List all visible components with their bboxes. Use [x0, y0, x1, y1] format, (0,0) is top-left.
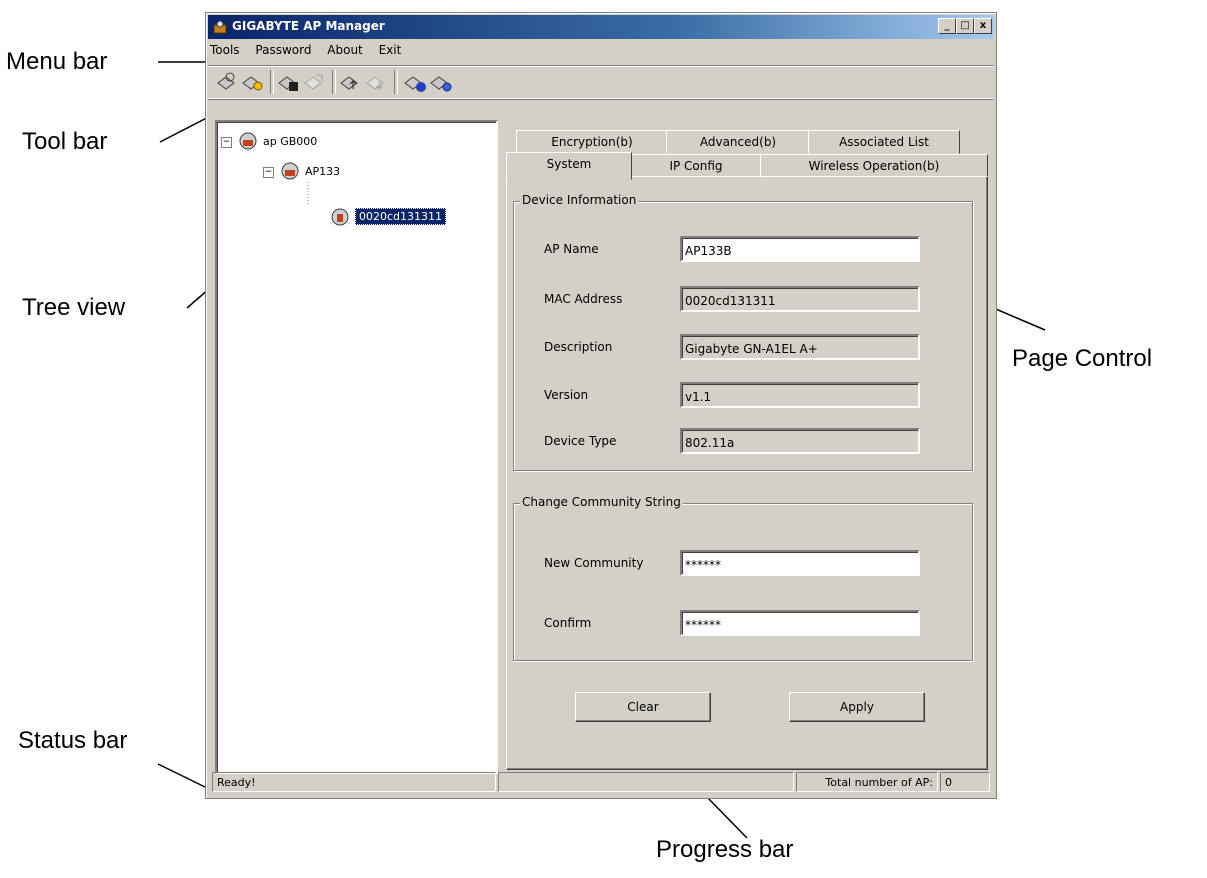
toolbar-separator — [394, 70, 398, 94]
menu-exit[interactable]: Exit — [379, 43, 402, 57]
total-ap-count: 0 — [940, 772, 990, 792]
download-icon[interactable] — [364, 69, 390, 95]
access-point-icon — [331, 208, 349, 226]
progress-bar — [498, 772, 794, 792]
new-community-label: New Community — [544, 556, 644, 570]
system-page: Device Information AP Name AP133B MAC Ad… — [506, 176, 988, 770]
tool-bar — [208, 65, 994, 99]
tree-node-label: AP133 — [305, 165, 341, 178]
tool-bar-annotation: Tool bar — [22, 128, 108, 155]
apply-button[interactable]: Apply — [789, 692, 925, 722]
ap-name-field[interactable]: AP133B — [680, 236, 920, 262]
ap-manager-window: GIGABYTE AP Manager _ □ x Tools Password… — [205, 12, 997, 799]
confirm-field[interactable]: ****** — [680, 610, 920, 636]
maximize-button[interactable]: □ — [956, 18, 974, 34]
tree-view-annotation: Tree view — [22, 294, 126, 321]
community-string-group: Change Community String New Community **… — [513, 495, 973, 661]
page-control: Encryption(b) Advanced(b) Associated Lis… — [506, 130, 990, 770]
collapse-icon[interactable]: − — [263, 167, 274, 178]
minimize-button[interactable]: _ — [938, 18, 956, 34]
menu-about[interactable]: About — [327, 43, 362, 57]
new-community-field[interactable]: ****** — [680, 550, 920, 576]
tree-node-device[interactable]: 0020cd131311 — [329, 208, 489, 228]
close-button[interactable]: x — [974, 18, 992, 34]
settings-icon[interactable] — [428, 69, 454, 95]
key-icon[interactable] — [240, 69, 266, 95]
load-icon[interactable] — [302, 69, 328, 95]
total-ap-label: Total number of AP: — [796, 772, 938, 792]
clear-button[interactable]: Clear — [575, 692, 711, 722]
collapse-icon[interactable]: − — [221, 137, 232, 148]
status-bar: Ready! Total number of AP: 0 — [208, 770, 994, 794]
window-title: GIGABYTE AP Manager — [232, 19, 385, 33]
upload-icon[interactable] — [338, 69, 364, 95]
title-bar[interactable]: GIGABYTE AP Manager _ □ x — [208, 15, 994, 39]
description-label: Description — [544, 340, 613, 354]
progress-bar-annotation: Progress bar — [656, 836, 794, 863]
tab-system[interactable]: System — [506, 152, 632, 180]
confirm-label: Confirm — [544, 616, 592, 630]
tree-node-label: 0020cd131311 — [355, 208, 447, 225]
status-bar-leader — [157, 763, 206, 788]
status-bar-annotation: Status bar — [18, 727, 128, 754]
mac-address-field: 0020cd131311 — [680, 286, 920, 312]
network-icon — [239, 132, 257, 150]
tab-ip-config[interactable]: IP Config — [630, 154, 762, 178]
menu-bar-annotation: Menu bar — [6, 48, 108, 75]
device-type-label: Device Type — [544, 434, 617, 448]
menu-password[interactable]: Password — [255, 43, 311, 57]
mac-address-label: MAC Address — [544, 292, 623, 306]
menu-tools[interactable]: Tools — [210, 43, 240, 57]
toolbar-separator — [332, 70, 336, 94]
tree-node-label: ap GB000 — [263, 135, 318, 148]
community-string-legend: Change Community String — [520, 495, 683, 509]
menu-bar: Tools Password About Exit — [210, 43, 413, 61]
save-icon[interactable] — [276, 69, 302, 95]
status-text-panel: Ready! — [212, 772, 496, 792]
add-icon[interactable] — [402, 69, 428, 95]
tree-connector — [307, 182, 309, 206]
tree-node-root[interactable]: − ap GB000 — [221, 132, 421, 152]
ap-name-label: AP Name — [544, 242, 599, 256]
description-field: Gigabyte GN-A1EL A+ — [680, 334, 920, 360]
tab-associated-list[interactable]: Associated List — [808, 130, 960, 154]
tree-view[interactable]: − ap GB000 − AP133 0020cd131311 — [215, 120, 498, 774]
tab-advanced[interactable]: Advanced(b) — [666, 130, 810, 154]
progress-bar-leader — [704, 794, 748, 839]
ap-group-icon — [281, 162, 299, 180]
toolbar-separator — [270, 70, 274, 94]
tab-encryption[interactable]: Encryption(b) — [516, 130, 668, 154]
page-control-annotation: Page Control — [1012, 345, 1153, 372]
device-info-legend: Device Information — [520, 193, 639, 207]
device-type-field: 802.11a — [680, 428, 920, 454]
app-icon — [213, 20, 227, 34]
scan-icon[interactable] — [214, 69, 240, 95]
tab-wireless-operation[interactable]: Wireless Operation(b) — [760, 154, 988, 178]
tree-node-group[interactable]: − AP133 — [263, 162, 463, 182]
device-info-group: Device Information AP Name AP133B MAC Ad… — [513, 193, 973, 471]
version-label: Version — [544, 388, 589, 402]
version-field: v1.1 — [680, 382, 920, 408]
